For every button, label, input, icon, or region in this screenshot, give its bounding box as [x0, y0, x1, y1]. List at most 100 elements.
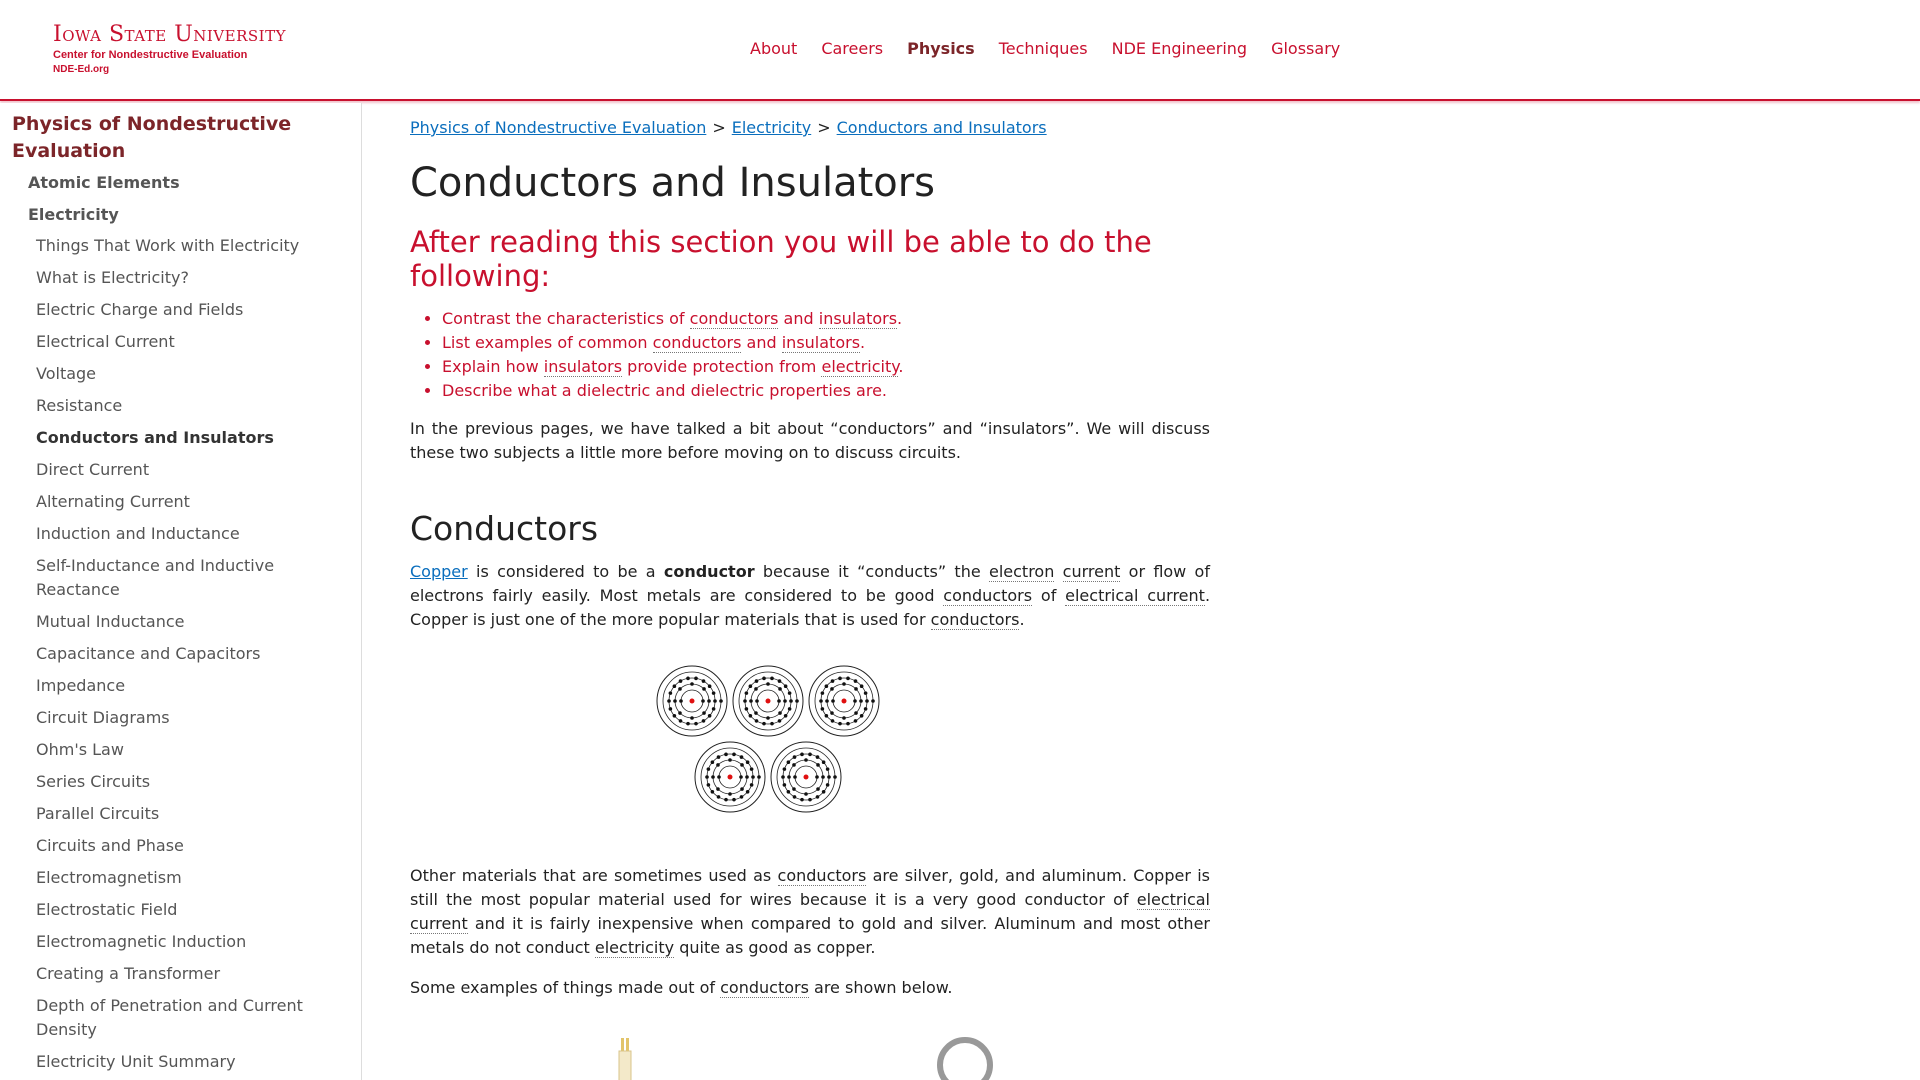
sidebar-item[interactable]: Electrical Current [36, 330, 336, 354]
glossary-term-conductors[interactable]: conductors [652, 333, 742, 353]
sidebar-item[interactable]: Depth of Penetration and Current Density [36, 994, 336, 1042]
glossary-term-conductors[interactable]: conductors [930, 610, 1020, 630]
electron-dot [716, 795, 721, 799]
nav-techniques[interactable]: Techniques [999, 38, 1088, 60]
nav-nde-engineering[interactable]: NDE Engineering [1112, 38, 1247, 60]
electron-dot [842, 682, 846, 686]
glossary-term-insulators[interactable]: insulators [543, 357, 623, 377]
sidebar-item[interactable]: Things That Work with Electricity [36, 234, 336, 258]
breadcrumb-separator: > [817, 118, 831, 137]
objective-text: Describe what a dielectric and dielectri… [442, 381, 887, 400]
electron-dot [690, 716, 694, 720]
electron-dot [706, 783, 711, 787]
electron-dot [754, 719, 759, 723]
copper-link[interactable]: Copper [410, 562, 468, 581]
sidebar-item[interactable]: Voltage [36, 362, 336, 386]
electron-dot [792, 795, 797, 799]
electron-dot [744, 707, 749, 711]
breadcrumb-link-physics[interactable]: Physics of Nondestructive Evaluation [410, 118, 706, 137]
electron-dot [871, 699, 875, 703]
sidebar-item[interactable]: Electric Charge and Fields [36, 298, 336, 322]
glossary-term-electrical-current[interactable]: electrical current [1065, 586, 1205, 606]
sidebar-item[interactable]: Circuits and Phase [36, 834, 336, 858]
sidebar-item[interactable]: Electromagnetic Induction [36, 930, 336, 954]
sidebar-item[interactable]: Ohm's Law [36, 738, 336, 762]
breadcrumb-link-electricity[interactable]: Electricity [732, 118, 811, 137]
electron-dot [672, 684, 677, 689]
electron-dot [745, 789, 750, 794]
electron-dot [789, 699, 793, 703]
electron-dot [800, 752, 804, 757]
nav-physics[interactable]: Physics [907, 38, 975, 60]
glossary-term-insulators[interactable]: insulators [818, 309, 898, 329]
glossary-term-conductors[interactable]: conductors [720, 978, 809, 998]
electron-dot [804, 792, 808, 796]
copper-atom [808, 665, 880, 737]
copper-atoms-diagram [656, 665, 880, 813]
electron-dot [719, 699, 723, 703]
objective-text: Explain how [442, 357, 539, 376]
sidebar-title[interactable]: Physics of Nondestructive Evaluation [12, 111, 312, 165]
objectives-heading: After reading this section you will be a… [410, 225, 1152, 293]
objective-text: List examples of common [442, 333, 648, 352]
electron-dot [795, 699, 799, 703]
electron-dot [842, 716, 846, 720]
sidebar-item-active[interactable]: Conductors and Insulators [36, 426, 336, 450]
electron-dot [853, 699, 857, 703]
objective-text: . [860, 333, 866, 352]
electron-dot [678, 687, 682, 691]
objective-text: and [783, 309, 814, 328]
electron-dot [846, 721, 850, 726]
glossary-term-electron[interactable]: electron [988, 562, 1055, 582]
sidebar-item[interactable]: Resistance [36, 394, 336, 418]
sidebar-section-atomic-elements[interactable]: Atomic Elements [28, 173, 180, 193]
electron-dot [792, 755, 797, 759]
sidebar-item[interactable]: Electromagnetism [36, 866, 336, 890]
electron-dot [732, 797, 736, 802]
university-logo[interactable]: Iowa State University Center for Nondest… [53, 22, 286, 78]
electron-dot [690, 682, 694, 686]
electron-dot [783, 713, 788, 718]
electron-dot [668, 707, 673, 711]
electron-dot [827, 775, 831, 779]
electron-dot [710, 789, 715, 794]
nav-glossary[interactable]: Glossary [1271, 38, 1340, 60]
electron-dot [728, 758, 732, 762]
objective-text: . [897, 309, 903, 328]
sidebar-item[interactable]: Direct Current [36, 458, 336, 482]
conductors-paragraph-3: Some examples of things made out of cond… [410, 976, 1210, 1000]
sidebar-item[interactable]: Series Circuits [36, 770, 336, 794]
sidebar-item[interactable]: Impedance [36, 674, 336, 698]
breadcrumb-link-current[interactable]: Conductors and Insulators [837, 118, 1047, 137]
sidebar-item[interactable]: Alternating Current [36, 490, 336, 514]
objective-text: . [898, 357, 904, 376]
glossary-term-electricity[interactable]: electricity [821, 357, 899, 377]
sidebar-item[interactable]: Electricity Unit Summary [36, 1050, 336, 1074]
electron-dot [751, 775, 755, 779]
electron-dot [821, 775, 825, 779]
electron-dot [716, 787, 720, 791]
sidebar-item[interactable]: Mutual Inductance [36, 610, 336, 634]
page-title: Conductors and Insulators [410, 160, 936, 206]
sidebar-item[interactable]: Parallel Circuits [36, 802, 336, 826]
sidebar-item[interactable]: Creating a Transformer [36, 962, 336, 986]
electron-dot [778, 711, 782, 715]
glossary-term-electricity[interactable]: electricity [594, 938, 675, 958]
intro-paragraph: In the previous pages, we have talked a … [410, 419, 1210, 462]
glossary-term-insulators[interactable]: insulators [781, 333, 861, 353]
glossary-term-conductors[interactable]: conductors [689, 309, 779, 329]
sidebar-section-electricity[interactable]: Electricity [28, 205, 119, 225]
sidebar-item[interactable]: Electrostatic Field [36, 898, 336, 922]
nav-careers[interactable]: Careers [821, 38, 883, 60]
electron-dot [804, 758, 808, 762]
sidebar-item[interactable]: Capacitance and Capacitors [36, 642, 336, 666]
sidebar-item[interactable]: Self-Inductance and Inductive Reactance [36, 554, 336, 602]
sidebar-item[interactable]: What is Electricity? [36, 266, 336, 290]
sidebar-item[interactable]: Induction and Inductance [36, 522, 336, 546]
glossary-term-conductors[interactable]: conductors [943, 586, 1033, 606]
sidebar-item[interactable]: Circuit Diagrams [36, 706, 336, 730]
electron-dot [787, 691, 792, 695]
nav-about[interactable]: About [750, 38, 797, 60]
glossary-term-current[interactable]: current [1062, 562, 1121, 582]
glossary-term-conductors[interactable]: conductors [777, 866, 867, 886]
